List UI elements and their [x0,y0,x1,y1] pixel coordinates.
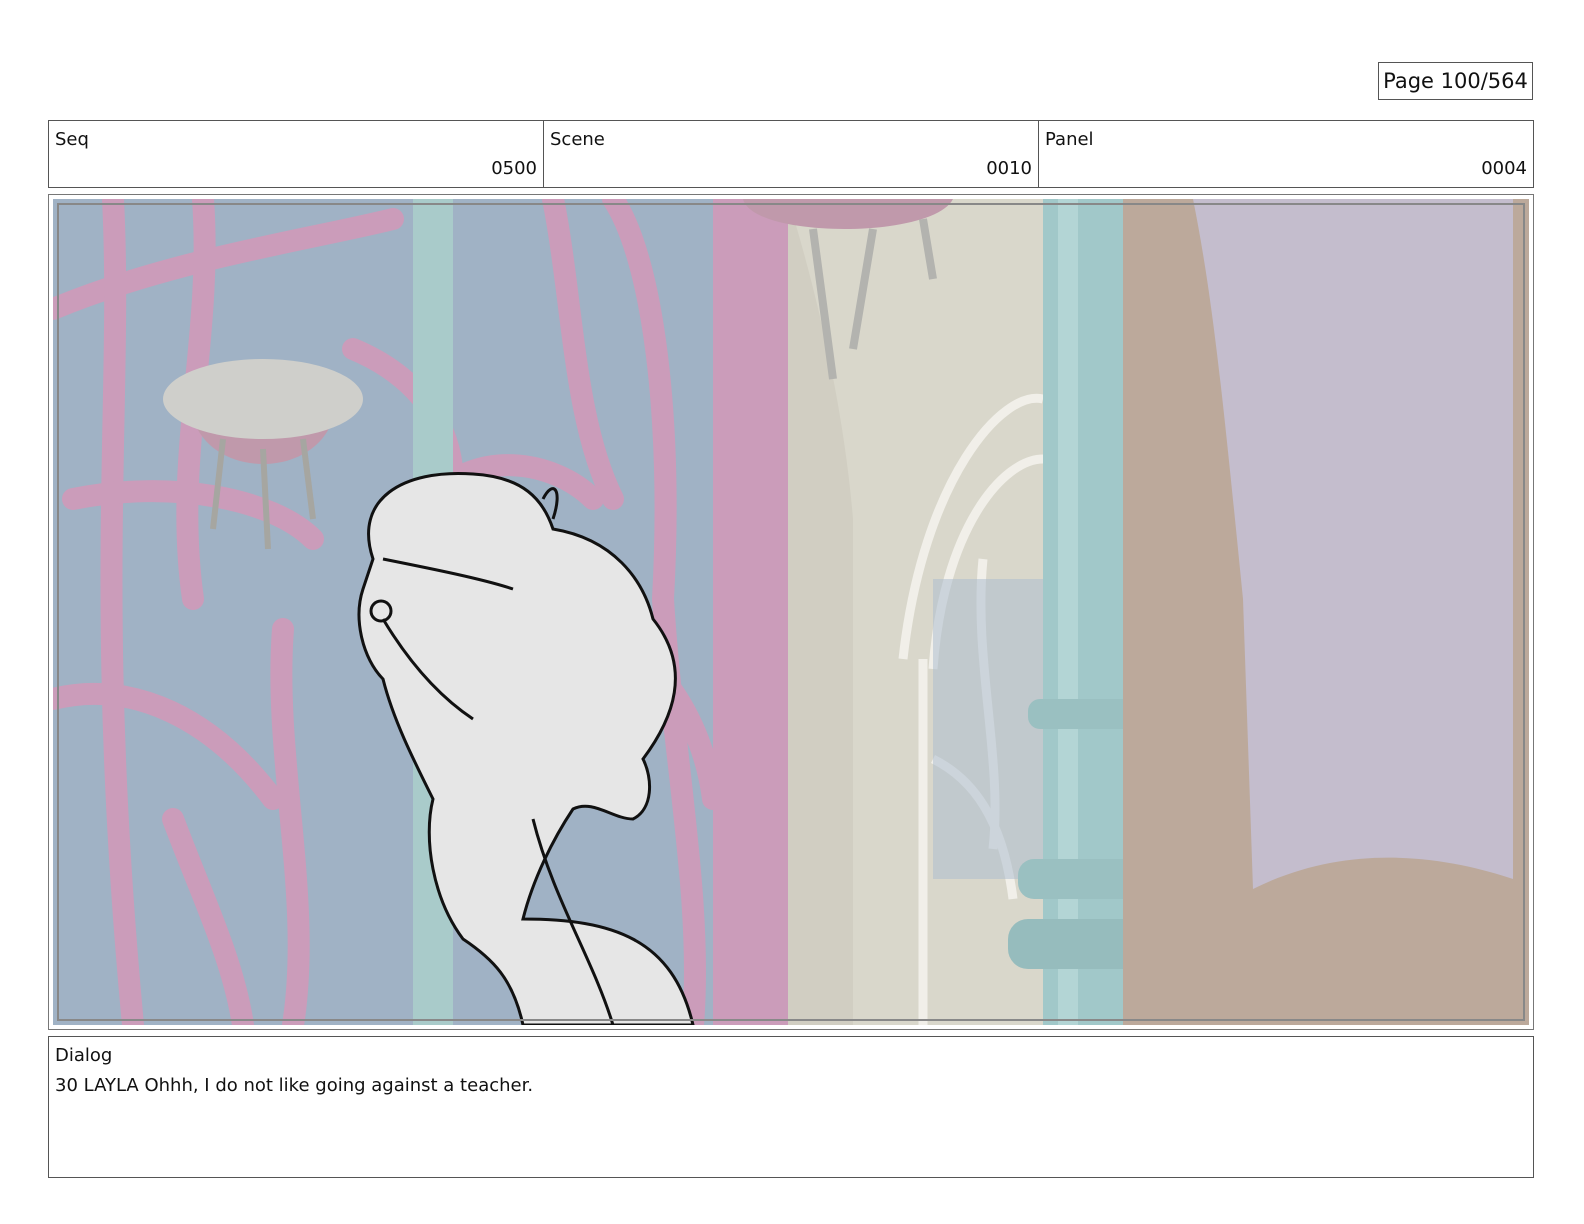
panel-value: 0004 [1481,158,1527,179]
seq-value: 0500 [491,158,537,179]
storyboard-panel [48,194,1534,1030]
scene-label: Scene [550,129,605,150]
dialog-text: 30 LAYLA Ohhh, I do not like going again… [55,1075,534,1096]
scene-cell: Scene 0010 [544,121,1039,187]
panel-info-header: Seq 0500 Scene 0010 Panel 0004 [48,120,1534,188]
panel-label: Panel [1045,129,1094,150]
dialog-box: Dialog 30 LAYLA Ohhh, I do not like goin… [48,1036,1534,1178]
dialog-label: Dialog [55,1045,113,1066]
scene-value: 0010 [986,158,1032,179]
seq-label: Seq [55,129,89,150]
page-number: Page 100/564 [1378,62,1533,100]
storyboard-image [53,199,1529,1025]
seq-cell: Seq 0500 [49,121,544,187]
panel-cell: Panel 0004 [1039,121,1533,187]
